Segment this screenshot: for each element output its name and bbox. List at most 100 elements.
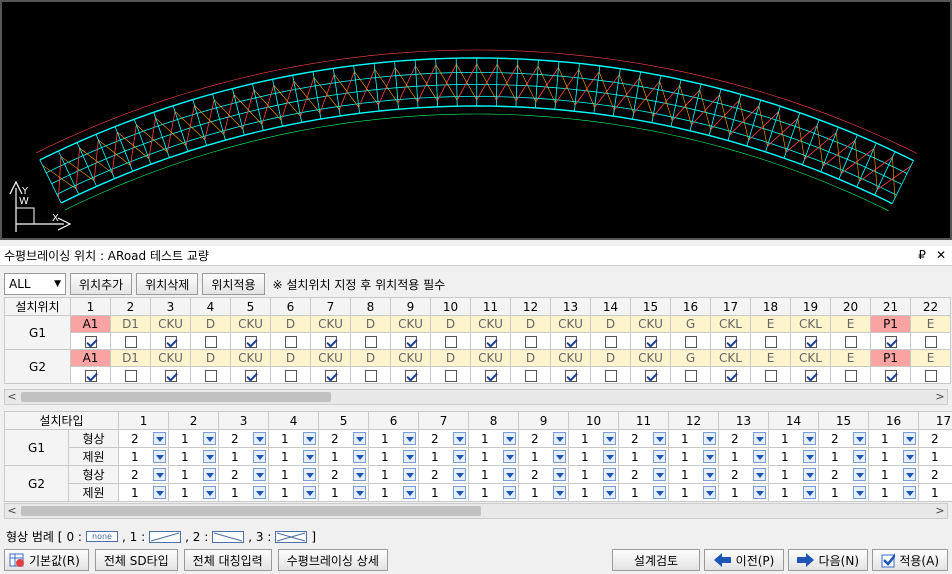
prev-button[interactable]: 이전(P) — [704, 549, 784, 571]
shape-dropdown[interactable]: 1 — [868, 429, 920, 448]
bracing-type-cell[interactable]: D1 — [110, 315, 151, 333]
bracing-type-cell[interactable]: D — [430, 315, 471, 333]
all-sd-type-button[interactable]: 전체 SD타입 — [94, 549, 178, 571]
spec-dropdown[interactable]: 1 — [468, 483, 520, 502]
shape-dropdown[interactable]: 2 — [618, 465, 670, 484]
spec-dropdown[interactable]: 1 — [618, 483, 670, 502]
dropdown-arrow-icon[interactable] — [703, 432, 717, 445]
shape-dropdown[interactable]: 1 — [468, 429, 520, 448]
bracing-type-cell[interactable]: CKU — [150, 315, 191, 333]
dropdown-arrow-icon[interactable] — [503, 450, 517, 463]
spec-dropdown[interactable]: 1 — [868, 483, 920, 502]
install-checkbox[interactable] — [764, 369, 777, 382]
scroll-thumb[interactable] — [21, 506, 481, 516]
spec-dropdown[interactable]: 1 — [218, 483, 270, 502]
shape-dropdown[interactable]: 1 — [368, 465, 420, 484]
shape-dropdown[interactable]: 2 — [118, 429, 170, 448]
dropdown-arrow-icon[interactable] — [453, 450, 467, 463]
bracing-type-cell[interactable]: P1 — [870, 349, 911, 367]
install-checkbox[interactable] — [684, 335, 697, 348]
delete-position-button[interactable]: 위치삭제 — [136, 273, 199, 295]
spec-dropdown[interactable]: 1 — [768, 483, 820, 502]
dropdown-arrow-icon[interactable] — [553, 432, 567, 445]
bracing-type-cell[interactable]: CKU — [310, 349, 351, 367]
dropdown-arrow-icon[interactable] — [403, 450, 417, 463]
close-icon[interactable]: ✕ — [936, 248, 946, 262]
bracing-type-cell[interactable]: CKL — [790, 349, 831, 367]
install-checkbox[interactable] — [124, 369, 137, 382]
install-checkbox[interactable] — [444, 369, 457, 382]
dropdown-arrow-icon[interactable] — [303, 468, 317, 481]
shape-dropdown[interactable]: 1 — [168, 465, 220, 484]
dropdown-arrow-icon[interactable] — [903, 486, 917, 499]
model-viewport[interactable]: YWX — [0, 0, 952, 240]
bracing-type-cell[interactable]: D — [350, 315, 391, 333]
install-checkbox[interactable] — [804, 335, 817, 348]
dropdown-arrow-icon[interactable] — [553, 468, 567, 481]
spec-dropdown[interactable]: 1 — [918, 483, 952, 502]
bracing-type-cell[interactable]: D — [430, 349, 471, 367]
pin-icon[interactable]: ₽ — [918, 248, 926, 262]
install-checkbox[interactable] — [804, 369, 817, 382]
shape-dropdown[interactable]: 2 — [318, 465, 370, 484]
bracing-type-cell[interactable]: E — [750, 315, 791, 333]
shape-dropdown[interactable]: 1 — [668, 429, 720, 448]
dropdown-arrow-icon[interactable] — [303, 450, 317, 463]
shape-dropdown[interactable]: 1 — [768, 465, 820, 484]
dropdown-arrow-icon[interactable] — [253, 468, 267, 481]
shape-dropdown[interactable]: 2 — [818, 429, 870, 448]
bracing-type-cell[interactable]: CKU — [550, 349, 591, 367]
spec-dropdown[interactable]: 1 — [918, 447, 952, 466]
dropdown-arrow-icon[interactable] — [753, 486, 767, 499]
dropdown-arrow-icon[interactable] — [303, 432, 317, 445]
dropdown-arrow-icon[interactable] — [753, 432, 767, 445]
dropdown-arrow-icon[interactable] — [453, 432, 467, 445]
bracing-type-cell[interactable]: D — [590, 315, 631, 333]
spec-dropdown[interactable]: 1 — [168, 483, 220, 502]
scroll-right-icon[interactable]: > — [933, 504, 947, 518]
bracing-type-cell[interactable]: CKU — [470, 315, 511, 333]
install-checkbox[interactable] — [284, 369, 297, 382]
bracing-type-cell[interactable]: CKL — [710, 349, 751, 367]
install-checkbox[interactable] — [324, 335, 337, 348]
dropdown-arrow-icon[interactable] — [253, 432, 267, 445]
install-checkbox[interactable] — [524, 369, 537, 382]
shape-dropdown[interactable]: 2 — [518, 429, 570, 448]
dropdown-arrow-icon[interactable] — [903, 432, 917, 445]
bracing-type-cell[interactable]: E — [830, 349, 871, 367]
dropdown-arrow-icon[interactable] — [503, 468, 517, 481]
spec-dropdown[interactable]: 1 — [768, 447, 820, 466]
position-table-scrollbar[interactable]: < > — [4, 389, 948, 405]
install-checkbox[interactable] — [84, 369, 97, 382]
bracing-type-cell[interactable]: D — [190, 315, 231, 333]
shape-dropdown[interactable]: 1 — [268, 429, 320, 448]
type-table-scrollbar[interactable]: < > — [4, 503, 948, 519]
bracing-type-cell[interactable]: D — [350, 349, 391, 367]
bracing-type-cell[interactable]: P1 — [870, 315, 911, 333]
install-checkbox[interactable] — [844, 335, 857, 348]
shape-dropdown[interactable]: 2 — [618, 429, 670, 448]
spec-dropdown[interactable]: 1 — [518, 483, 570, 502]
spec-dropdown[interactable]: 1 — [818, 483, 870, 502]
spec-dropdown[interactable]: 1 — [568, 447, 620, 466]
bracing-type-cell[interactable]: A1 — [70, 315, 111, 333]
horizontal-bracing-detail-button[interactable]: 수평브레이싱 상세 — [277, 549, 388, 571]
dropdown-arrow-icon[interactable] — [603, 468, 617, 481]
bracing-type-cell[interactable]: CKU — [230, 349, 271, 367]
install-checkbox[interactable] — [404, 335, 417, 348]
shape-dropdown[interactable]: 2 — [718, 465, 770, 484]
dropdown-arrow-icon[interactable] — [353, 432, 367, 445]
shape-dropdown[interactable]: 2 — [518, 465, 570, 484]
spec-dropdown[interactable]: 1 — [368, 483, 420, 502]
dropdown-arrow-icon[interactable] — [653, 468, 667, 481]
install-checkbox[interactable] — [644, 369, 657, 382]
spec-dropdown[interactable]: 1 — [418, 447, 470, 466]
spec-dropdown[interactable]: 1 — [368, 447, 420, 466]
spec-dropdown[interactable]: 1 — [118, 483, 170, 502]
bracing-type-cell[interactable]: CKL — [710, 315, 751, 333]
dropdown-arrow-icon[interactable] — [553, 486, 567, 499]
shape-dropdown[interactable]: 2 — [118, 465, 170, 484]
dropdown-arrow-icon[interactable] — [853, 432, 867, 445]
all-symmetric-input-button[interactable]: 전체 대칭입력 — [183, 549, 272, 571]
install-checkbox[interactable] — [644, 335, 657, 348]
